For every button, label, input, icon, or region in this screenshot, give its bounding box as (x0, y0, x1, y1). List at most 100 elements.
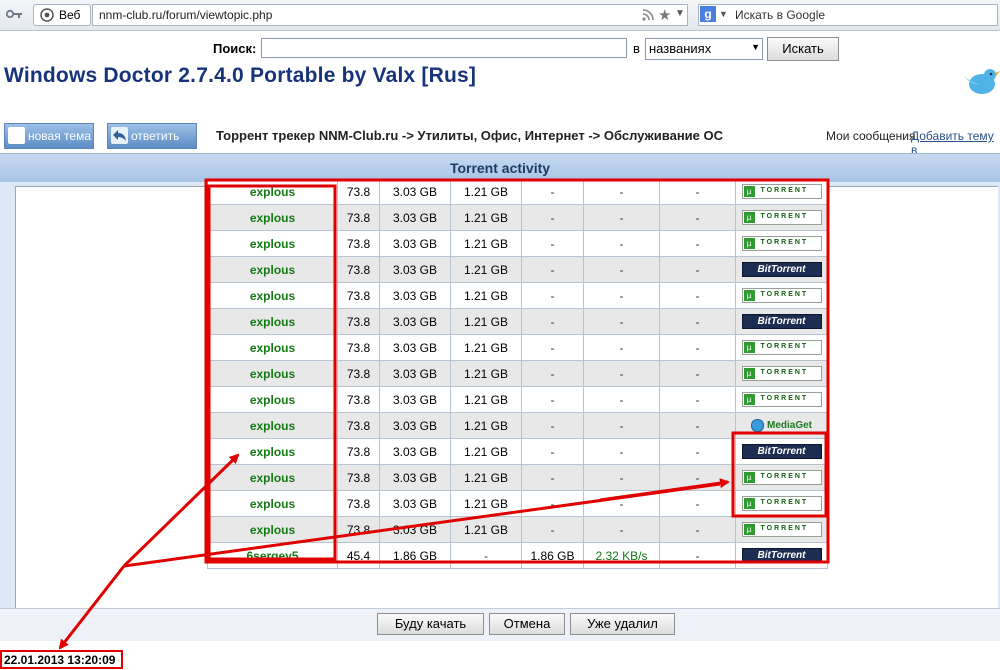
peer-username[interactable]: explous (207, 230, 338, 257)
search-input[interactable] (261, 38, 627, 58)
peer-username[interactable]: explous (207, 282, 338, 309)
chevron-down-icon[interactable]: ▼ (675, 8, 685, 19)
my-messages-link[interactable]: Мои сообщения (826, 129, 915, 143)
peer-client: BitTorrent (735, 542, 828, 569)
twitter-bird-icon[interactable] (960, 64, 1000, 100)
peer-username[interactable]: explous (207, 308, 338, 335)
peer-client: µ TORRENT (735, 334, 828, 361)
utorrent-logo-icon: µ (743, 472, 755, 484)
peer-uploaded: 3.03 GB (379, 490, 451, 517)
peer-col-6: - (583, 282, 660, 309)
peer-client: BitTorrent (735, 308, 828, 335)
cancel-button[interactable]: Отмена (489, 613, 565, 635)
peer-username[interactable]: explous (207, 516, 338, 543)
peer-client: MediaGet (735, 412, 828, 439)
google-icon[interactable]: g (700, 6, 716, 22)
utorrent-badge: µ TORRENT (741, 392, 822, 408)
peer-username[interactable]: explous (207, 412, 338, 439)
peer-downloaded: 1.21 GB (450, 412, 522, 439)
document-icon (8, 127, 25, 144)
search-scope-select[interactable]: названиях ▼ (645, 38, 763, 60)
utorrent-logo-icon: µ (743, 524, 755, 536)
peer-col-7: - (659, 230, 736, 257)
peer-username[interactable]: explous (207, 360, 338, 387)
peer-uploaded: 3.03 GB (379, 178, 451, 205)
peer-col-5: - (521, 334, 584, 361)
browser-search-box[interactable]: g ▼ Искать в Google (698, 4, 998, 26)
peer-uploaded: 3.03 GB (379, 412, 451, 439)
peer-client: µ TORRENT (735, 386, 828, 413)
peer-col-5: - (521, 230, 584, 257)
torrent-activity-title: Torrent activity (449, 160, 551, 176)
peer-uploaded: 3.03 GB (379, 256, 451, 283)
breadcrumb[interactable]: Торрент трекер NNM-Club.ru -> Утилиты, О… (216, 128, 723, 143)
table-row: explous 73.8 3.03 GB 1.21 GB - - - µ TORRENT (207, 490, 828, 517)
table-row: explous 73.8 3.03 GB 1.21 GB - - - BitTorrent (207, 438, 828, 465)
table-row: explous 73.8 3.03 GB 1.21 GB - - - µ TORRENT (207, 230, 828, 257)
peer-uploaded: 1.86 GB (379, 542, 451, 569)
peer-col-6: - (583, 464, 660, 491)
peer-col-6: - (583, 178, 660, 205)
utorrent-text: TORRENT (760, 473, 809, 481)
key-icon[interactable] (6, 8, 22, 20)
peer-downloaded: 1.21 GB (450, 204, 522, 231)
peer-col-5: - (521, 360, 584, 387)
peer-ratio: 45.4 (337, 542, 380, 569)
peer-downloaded: 1.21 GB (450, 516, 522, 543)
table-row: explous 73.8 3.03 GB 1.21 GB - - - µ TORRENT (207, 282, 828, 309)
chevron-down-icon[interactable]: ▼ (719, 9, 728, 19)
peer-col-6: - (583, 334, 660, 361)
peer-col-6: - (583, 438, 660, 465)
peer-username[interactable]: explous (207, 256, 338, 283)
peer-client: BitTorrent (735, 256, 828, 283)
peer-client: µ TORRENT (735, 516, 828, 543)
search-button[interactable]: Искать (767, 37, 839, 61)
will-download-button[interactable]: Буду качать (377, 613, 484, 635)
utorrent-badge: µ TORRENT (741, 522, 822, 538)
table-row: explous 73.8 3.03 GB 1.21 GB - - - MediaGet (207, 412, 828, 439)
peer-username[interactable]: explous (207, 438, 338, 465)
peer-username[interactable]: explous (207, 178, 338, 205)
rss-icon[interactable] (641, 8, 655, 22)
bookmark-star-icon[interactable]: ★ (658, 6, 671, 24)
peer-username[interactable]: explous (207, 204, 338, 231)
peer-client: µ TORRENT (735, 464, 828, 491)
new-topic-button[interactable]: новая тема (4, 123, 94, 149)
utorrent-text: TORRENT (760, 291, 809, 299)
address-bar[interactable]: nnm-club.ru/forum/viewtopic.php ★ ▼ (92, 4, 688, 26)
table-row: explous 73.8 3.03 GB 1.21 GB - - - µ TORRENT (207, 204, 828, 231)
peer-col-7: - (659, 178, 736, 205)
peer-username[interactable]: 6sergey5 (207, 542, 338, 569)
peer-downloaded: 1.21 GB (450, 334, 522, 361)
peer-username[interactable]: explous (207, 386, 338, 413)
peer-col-5: - (521, 412, 584, 439)
peer-col-5: - (521, 516, 584, 543)
reply-button[interactable]: ответить (107, 123, 197, 149)
peer-uploaded: 3.03 GB (379, 360, 451, 387)
table-row: 6sergey5 45.4 1.86 GB -1.86 GB 2.32 KB/s - Bit… (207, 542, 828, 569)
peer-col-5: - (521, 490, 584, 517)
peer-username[interactable]: explous (207, 334, 338, 361)
utorrent-badge: µ TORRENT (741, 184, 822, 200)
peer-downloaded: 1.21 GB (450, 464, 522, 491)
peer-col-7: - (659, 542, 736, 569)
bittorrent-badge: BitTorrent (741, 262, 822, 278)
peer-col-6: - (583, 308, 660, 335)
page-title: Windows Doctor 2.7.4.0 Portable by Valx … (4, 64, 477, 87)
bittorrent-badge: BitTorrent (741, 548, 822, 564)
peer-username[interactable]: explous (207, 464, 338, 491)
table-row: explous 73.8 3.03 GB 1.21 GB - - - µ TORRENT (207, 334, 828, 361)
peer-col-5: - (521, 256, 584, 283)
reply-arrow-icon (111, 127, 128, 144)
peer-col-5: - (521, 464, 584, 491)
already-deleted-button[interactable]: Уже удалил (570, 613, 675, 635)
utorrent-badge: µ TORRENT (741, 210, 822, 226)
peer-username[interactable]: explous (207, 490, 338, 517)
peer-uploaded: 3.03 GB (379, 464, 451, 491)
web-button[interactable]: Веб (33, 4, 91, 26)
utorrent-logo-icon: µ (743, 498, 755, 510)
peer-ratio: 73.8 (337, 516, 380, 543)
peer-col-5: - (521, 308, 584, 335)
peer-ratio: 73.8 (337, 438, 380, 465)
browser-search-placeholder: Искать в Google (735, 8, 826, 22)
